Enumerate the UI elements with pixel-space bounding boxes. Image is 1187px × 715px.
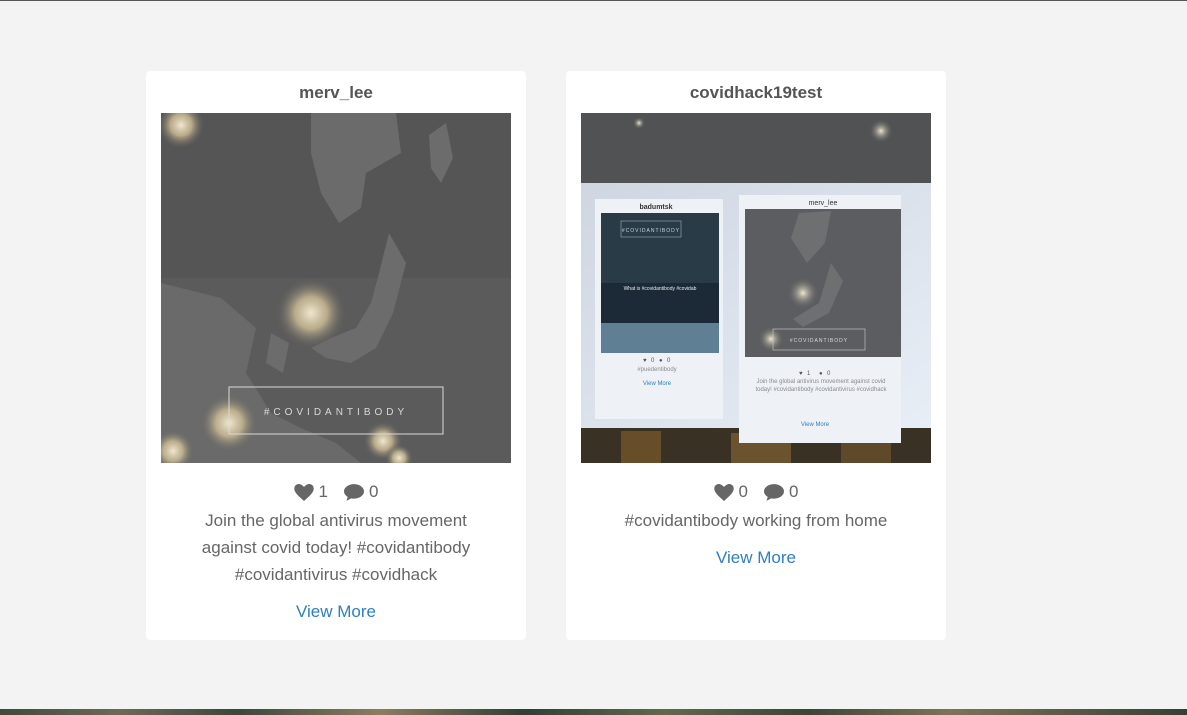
post-username[interactable]: covidhack19test xyxy=(566,83,946,103)
comment-stat[interactable]: 0 xyxy=(344,482,378,502)
comment-icon[interactable] xyxy=(344,483,364,501)
svg-text:merv_lee: merv_lee xyxy=(809,200,838,207)
svg-text:View More: View More xyxy=(643,381,672,387)
screen-right-card: merv_lee #COVIDANTIBODY ♥ 1 ● 0 Join the… xyxy=(739,195,901,443)
image-overlay-text: #COVIDANTIBODY xyxy=(264,407,408,418)
svg-text:What is #covidantibody #covida: What is #covidantibody #covidab xyxy=(624,286,697,292)
svg-text:#puedentibody: #puedentibody xyxy=(637,367,676,373)
post-card: covidhack19test badumtsk #COVIDANTIBODY … xyxy=(566,71,946,640)
svg-text:badumtsk: badumtsk xyxy=(639,204,672,211)
view-more-link[interactable]: View More xyxy=(566,548,946,568)
post-card: merv_lee #COVIDANTIBODY 1 0 Join the glo… xyxy=(146,71,526,640)
comment-stat[interactable]: 0 xyxy=(764,482,798,502)
like-count: 1 xyxy=(318,482,328,501)
svg-text:View More: View More xyxy=(801,422,830,428)
screen-left-card: badumtsk #COVIDANTIBODY What is #covidan… xyxy=(595,199,723,419)
svg-text:#COVIDANTIBODY: #COVIDANTIBODY xyxy=(790,338,848,344)
heart-icon[interactable] xyxy=(293,483,314,501)
top-divider xyxy=(0,0,1187,1)
comment-count: 0 xyxy=(369,482,379,501)
svg-text:●: ● xyxy=(819,371,823,377)
post-caption: #covidantibody working from home xyxy=(624,511,888,530)
svg-text:♥: ♥ xyxy=(799,371,803,377)
svg-text:#COVIDANTIBODY: #COVIDANTIBODY xyxy=(622,228,680,234)
post-stats: 0 0 xyxy=(566,481,946,503)
post-username[interactable]: merv_lee xyxy=(146,83,526,103)
like-stat[interactable]: 1 xyxy=(293,482,328,502)
post-image[interactable]: badumtsk #COVIDANTIBODY What is #covidan… xyxy=(581,113,931,463)
heart-icon[interactable] xyxy=(713,483,734,501)
post-stats: 1 0 xyxy=(146,481,526,503)
view-more-link[interactable]: View More xyxy=(146,602,526,622)
post-image[interactable]: #COVIDANTIBODY xyxy=(161,113,511,463)
svg-text:♥: ♥ xyxy=(643,358,647,364)
like-count: 0 xyxy=(738,482,748,501)
post-caption: Join the global antivirus movement again… xyxy=(201,511,471,584)
footer-image-strip xyxy=(0,709,1187,715)
comment-icon[interactable] xyxy=(764,483,784,501)
comment-count: 0 xyxy=(789,482,799,501)
like-stat[interactable]: 0 xyxy=(713,482,748,502)
svg-text:●: ● xyxy=(659,358,663,364)
